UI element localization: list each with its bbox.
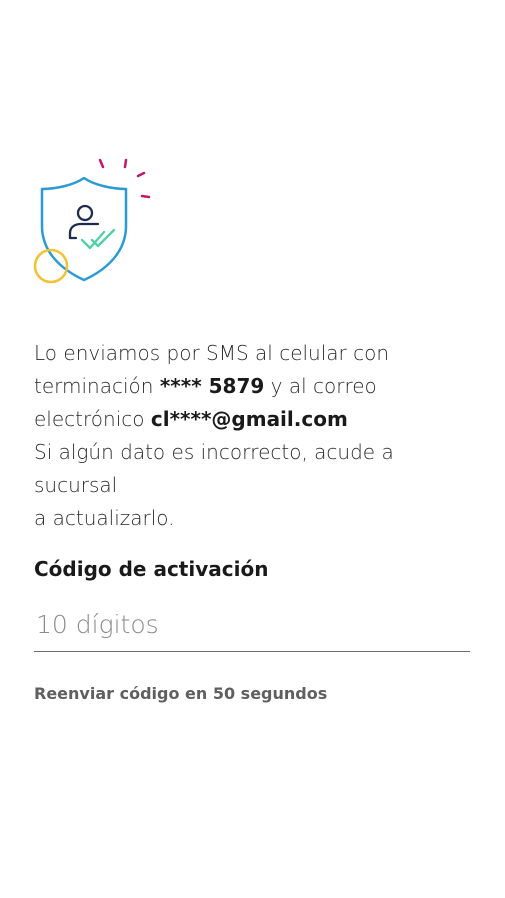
message-line-3-prefix: electrónico — [34, 407, 151, 431]
masked-phone: **** 5879 — [159, 374, 265, 398]
resend-code-link[interactable]: Reenviar código en 50 segundos — [34, 684, 327, 703]
activation-code-input[interactable] — [34, 598, 470, 652]
masked-email: cl****@gmail.com — [150, 407, 348, 431]
sms-email-info-text: Lo enviamos por SMS al celular con termi… — [34, 337, 479, 535]
message-line-3: electrónico cl****@gmail.com — [34, 403, 479, 436]
message-line-5: a actualizarlo. — [34, 506, 175, 530]
activation-code-label: Código de activación — [34, 557, 269, 581]
message-line-2: terminación **** 5879 y al correo — [34, 370, 479, 403]
message-line-2-prefix: terminación — [34, 374, 160, 398]
message-line-4: Si algún dato es incorrecto, acude a suc… — [34, 440, 394, 497]
message-line-1: Lo enviamos por SMS al celular con — [34, 341, 390, 365]
shield-user-check-icon — [30, 156, 158, 286]
message-line-2-suffix: y al correo — [264, 374, 377, 398]
